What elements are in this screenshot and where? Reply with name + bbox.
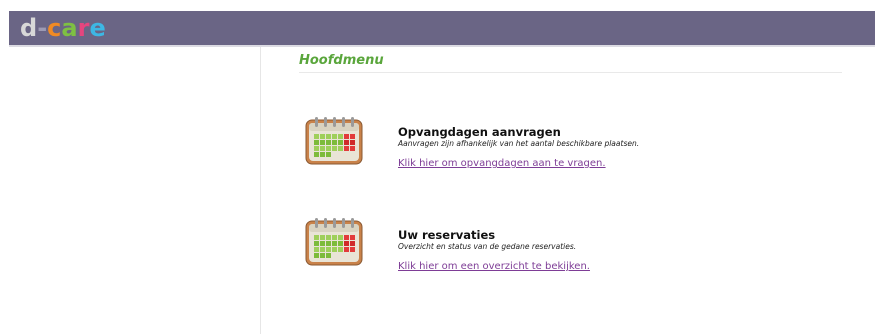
menu-item-description: Overzicht en status van de gedane reserv… — [398, 242, 577, 251]
menu-item-heading: Uw reservaties — [398, 228, 496, 242]
page: d - c a r e Hoofdmenu Opvangdagen aanvra… — [0, 0, 875, 334]
header-shadow — [9, 45, 875, 47]
menu-item-description: Aanvragen zijn afhankelijk van het aanta… — [398, 139, 640, 148]
logo-letter-e: e — [89, 14, 106, 42]
menu-item-text: Uw reservaties Overzicht en status van d… — [398, 228, 590, 273]
sidebar-divider — [260, 47, 261, 334]
menu-item-opvangdagen: Opvangdagen aanvragen Aanvragen zijn afh… — [305, 115, 865, 185]
logo-letter-r: r — [77, 14, 90, 42]
logo-letter-a: a — [61, 14, 78, 42]
logo-letter-d: d — [20, 14, 38, 42]
logo-letter-dash: - — [37, 14, 48, 42]
menu-item-heading: Opvangdagen aanvragen — [398, 125, 561, 139]
calendar-icon — [305, 117, 363, 165]
d-care-logo[interactable]: d - c a r e — [20, 13, 106, 43]
page-title: Hoofdmenu — [299, 53, 384, 68]
view-reservations-link[interactable]: Klik hier om een overzicht te bekijken. — [398, 261, 590, 272]
menu-item-reservaties: Uw reservaties Overzicht en status van d… — [305, 216, 865, 286]
top-strip — [0, 0, 875, 11]
title-divider — [299, 72, 842, 73]
app-header: d - c a r e — [9, 11, 875, 45]
menu-item-text: Opvangdagen aanvragen Aanvragen zijn afh… — [398, 125, 639, 170]
calendar-icon — [305, 218, 363, 266]
request-days-link[interactable]: Klik hier om opvangdagen aan te vragen. — [398, 158, 606, 169]
logo-letter-c: c — [47, 14, 62, 42]
